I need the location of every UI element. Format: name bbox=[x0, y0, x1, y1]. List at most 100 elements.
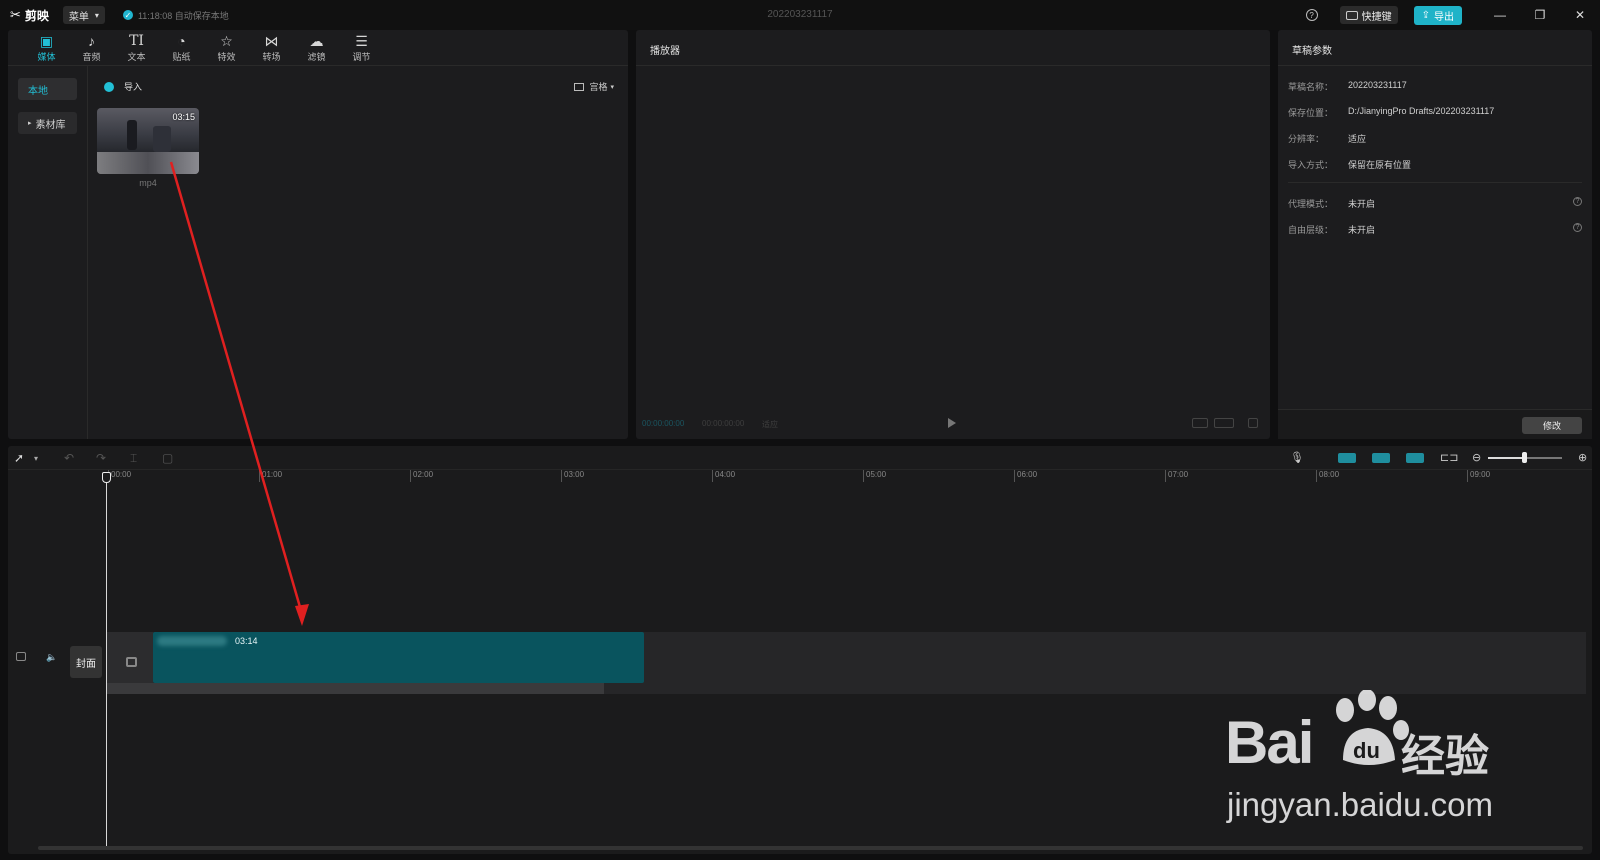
capcut-logo-icon: ✂ bbox=[10, 7, 21, 22]
horizontal-scrollbar[interactable] bbox=[38, 846, 1583, 850]
export-label: 导出 bbox=[1434, 11, 1454, 23]
modify-button[interactable]: 修改 bbox=[1522, 417, 1582, 434]
plus-icon bbox=[104, 81, 114, 92]
field-value: 适应 bbox=[1348, 134, 1367, 144]
field-value: 未开启 bbox=[1348, 225, 1376, 235]
chevron-down-icon: ▾ bbox=[610, 83, 614, 91]
check-icon: ✓ bbox=[122, 10, 133, 20]
help-icon[interactable]: ? bbox=[1305, 9, 1318, 21]
redo-icon[interactable]: ↷ bbox=[96, 451, 106, 465]
tab-label: 滤镜 bbox=[307, 52, 326, 62]
ruler-tick: 01:00 bbox=[259, 470, 282, 482]
field-value: D:/JianyingPro Drafts/202203231117 bbox=[1348, 106, 1495, 116]
watermark-brand: Bai bbox=[1225, 709, 1314, 776]
split-icon[interactable]: ⌶ bbox=[130, 451, 137, 466]
sidebar-item-label: 素材库 bbox=[35, 119, 66, 131]
close-icon[interactable]: ✕ bbox=[1560, 8, 1600, 22]
tab-effects[interactable]: ☆ 特效 bbox=[204, 31, 249, 65]
shortcut-button[interactable]: 快捷键 bbox=[1339, 6, 1398, 24]
draft-field: 保存位置： D:/JianyingPro Drafts/202203231117 bbox=[1288, 106, 1494, 119]
svg-text:du: du bbox=[1353, 738, 1380, 763]
restore-icon[interactable]: ❐ bbox=[1520, 8, 1560, 22]
field-key: 分辨率： bbox=[1288, 134, 1325, 144]
zoom-in-icon[interactable]: ⊕ bbox=[1578, 451, 1587, 464]
zoom-out-icon[interactable]: ⊖ bbox=[1472, 451, 1481, 464]
track-header: 🔈 bbox=[16, 652, 76, 662]
chevron-down-icon: ▾ bbox=[94, 10, 99, 20]
aspect-ratio-icon[interactable] bbox=[1214, 418, 1234, 428]
speaker-icon[interactable]: 🔈 bbox=[46, 652, 57, 662]
help-icon[interactable]: ? bbox=[1573, 223, 1582, 232]
tab-text[interactable]: TI 文本 bbox=[114, 31, 159, 65]
tab-sticker[interactable]: ◔ 贴纸 bbox=[159, 31, 204, 65]
audio-icon: ♪ bbox=[88, 33, 95, 49]
app-name: 剪映 bbox=[24, 8, 49, 23]
zoom-slider-handle[interactable] bbox=[1522, 452, 1527, 463]
play-icon[interactable] bbox=[948, 418, 956, 428]
ruler-tick: 04:00 bbox=[712, 470, 735, 482]
media-grid: 导入 宫格 ▾ 03:15 mp4 bbox=[88, 66, 628, 439]
tab-filter[interactable]: ☁ 滤镜 bbox=[294, 31, 339, 65]
import-button[interactable]: 导入 bbox=[104, 80, 142, 93]
linkage-icon[interactable] bbox=[1406, 453, 1424, 463]
draft-field: 导入方式： 保留在原有位置 bbox=[1288, 158, 1411, 171]
ruler-tick: 00:00 bbox=[108, 470, 131, 482]
divider bbox=[1288, 182, 1582, 183]
help-icon[interactable]: ? bbox=[1573, 197, 1582, 206]
export-button[interactable]: ⇪ 导出 bbox=[1413, 5, 1462, 25]
transition-icon: ⋈ bbox=[264, 33, 279, 49]
thumbnail-figure bbox=[153, 126, 171, 152]
draft-header: 草稿参数 bbox=[1278, 30, 1592, 66]
ruler-tick: 06:00 bbox=[1014, 470, 1037, 482]
tab-label: 音频 bbox=[82, 52, 101, 62]
draft-footer: 修改 bbox=[1278, 409, 1592, 439]
minimize-icon[interactable]: — bbox=[1480, 8, 1520, 22]
cover-button[interactable]: 封面 bbox=[70, 646, 102, 678]
ruler-tick: 03:00 bbox=[561, 470, 584, 482]
select-cursor-icon[interactable]: ➚ bbox=[14, 451, 24, 465]
tab-transition[interactable]: ⋈ 转场 bbox=[249, 31, 294, 65]
tab-label: 文本 bbox=[127, 52, 146, 62]
menu-button[interactable]: 菜单 ▾ bbox=[62, 6, 105, 24]
shortcut-label: 快捷键 bbox=[1361, 11, 1392, 23]
effects-icon: ☆ bbox=[220, 33, 233, 49]
timeline-toolbar: ➚ ▾ ↶ ↷ ⌶ ▢ 🎙 ⊏⊐ ⊖ ⊕ bbox=[8, 446, 1592, 470]
chevron-down-icon[interactable]: ▾ bbox=[34, 454, 38, 463]
draft-field: 分辨率： 适应 bbox=[1288, 132, 1366, 145]
playhead-handle[interactable] bbox=[102, 472, 111, 483]
tab-adjust[interactable]: ☰ 调节 bbox=[339, 31, 384, 65]
delete-icon[interactable]: ▢ bbox=[162, 451, 173, 465]
tab-label: 转场 bbox=[262, 52, 281, 62]
watermark-url: jingyan.baidu.com bbox=[1227, 786, 1493, 823]
timeline-ruler[interactable]: 00:00 01:00 02:00 03:00 04:00 05:00 06:0… bbox=[8, 470, 1592, 484]
adjust-icon: ☰ bbox=[355, 33, 368, 49]
auto-snap-icon[interactable] bbox=[1372, 453, 1390, 463]
sidebar-item-local[interactable]: 本地 bbox=[18, 78, 77, 100]
media-panel: ▣ 媒体 ♪ 音频 TI 文本 ◔ 贴纸 ☆ 特效 ⋈ 转场 ☁ 滤镜 ☰ 调节 bbox=[8, 30, 628, 439]
export-icon: ⇪ bbox=[1421, 9, 1430, 21]
field-value: 未开启 bbox=[1348, 199, 1376, 209]
ratio-dropdown[interactable]: 适应 bbox=[762, 419, 778, 430]
media-sidebar: 本地 ▸ 素材库 bbox=[8, 66, 88, 439]
video-clip[interactable]: 03:14 bbox=[153, 632, 644, 683]
tab-audio[interactable]: ♪ 音频 bbox=[69, 31, 114, 65]
field-key: 导入方式： bbox=[1288, 160, 1334, 170]
field-key: 草稿名称： bbox=[1288, 82, 1334, 92]
media-thumbnail[interactable]: 03:15 bbox=[97, 108, 199, 174]
microphone-icon[interactable]: 🎙 bbox=[1290, 451, 1304, 464]
playhead[interactable] bbox=[106, 476, 107, 848]
view-mode-dropdown[interactable]: 宫格 ▾ bbox=[574, 80, 614, 93]
tab-media[interactable]: ▣ 媒体 bbox=[24, 31, 69, 65]
fullscreen-icon[interactable] bbox=[1248, 418, 1258, 428]
import-label: 导入 bbox=[124, 82, 143, 92]
preview-axis-icon[interactable]: ⊏⊐ bbox=[1440, 451, 1458, 464]
thumbnail-name: mp4 bbox=[139, 178, 157, 188]
draft-title: 草稿参数 bbox=[1292, 46, 1332, 57]
undo-icon[interactable]: ↶ bbox=[64, 451, 74, 465]
asset-toolbar: ▣ 媒体 ♪ 音频 TI 文本 ◔ 贴纸 ☆ 特效 ⋈ 转场 ☁ 滤镜 ☰ 调节 bbox=[8, 30, 628, 66]
total-time: 00:00:00:00 bbox=[702, 419, 745, 428]
lock-track-icon[interactable] bbox=[16, 652, 26, 661]
sidebar-item-library[interactable]: ▸ 素材库 bbox=[18, 112, 77, 134]
image-icon[interactable] bbox=[1192, 418, 1208, 428]
main-track-magnet-icon[interactable] bbox=[1338, 453, 1356, 463]
